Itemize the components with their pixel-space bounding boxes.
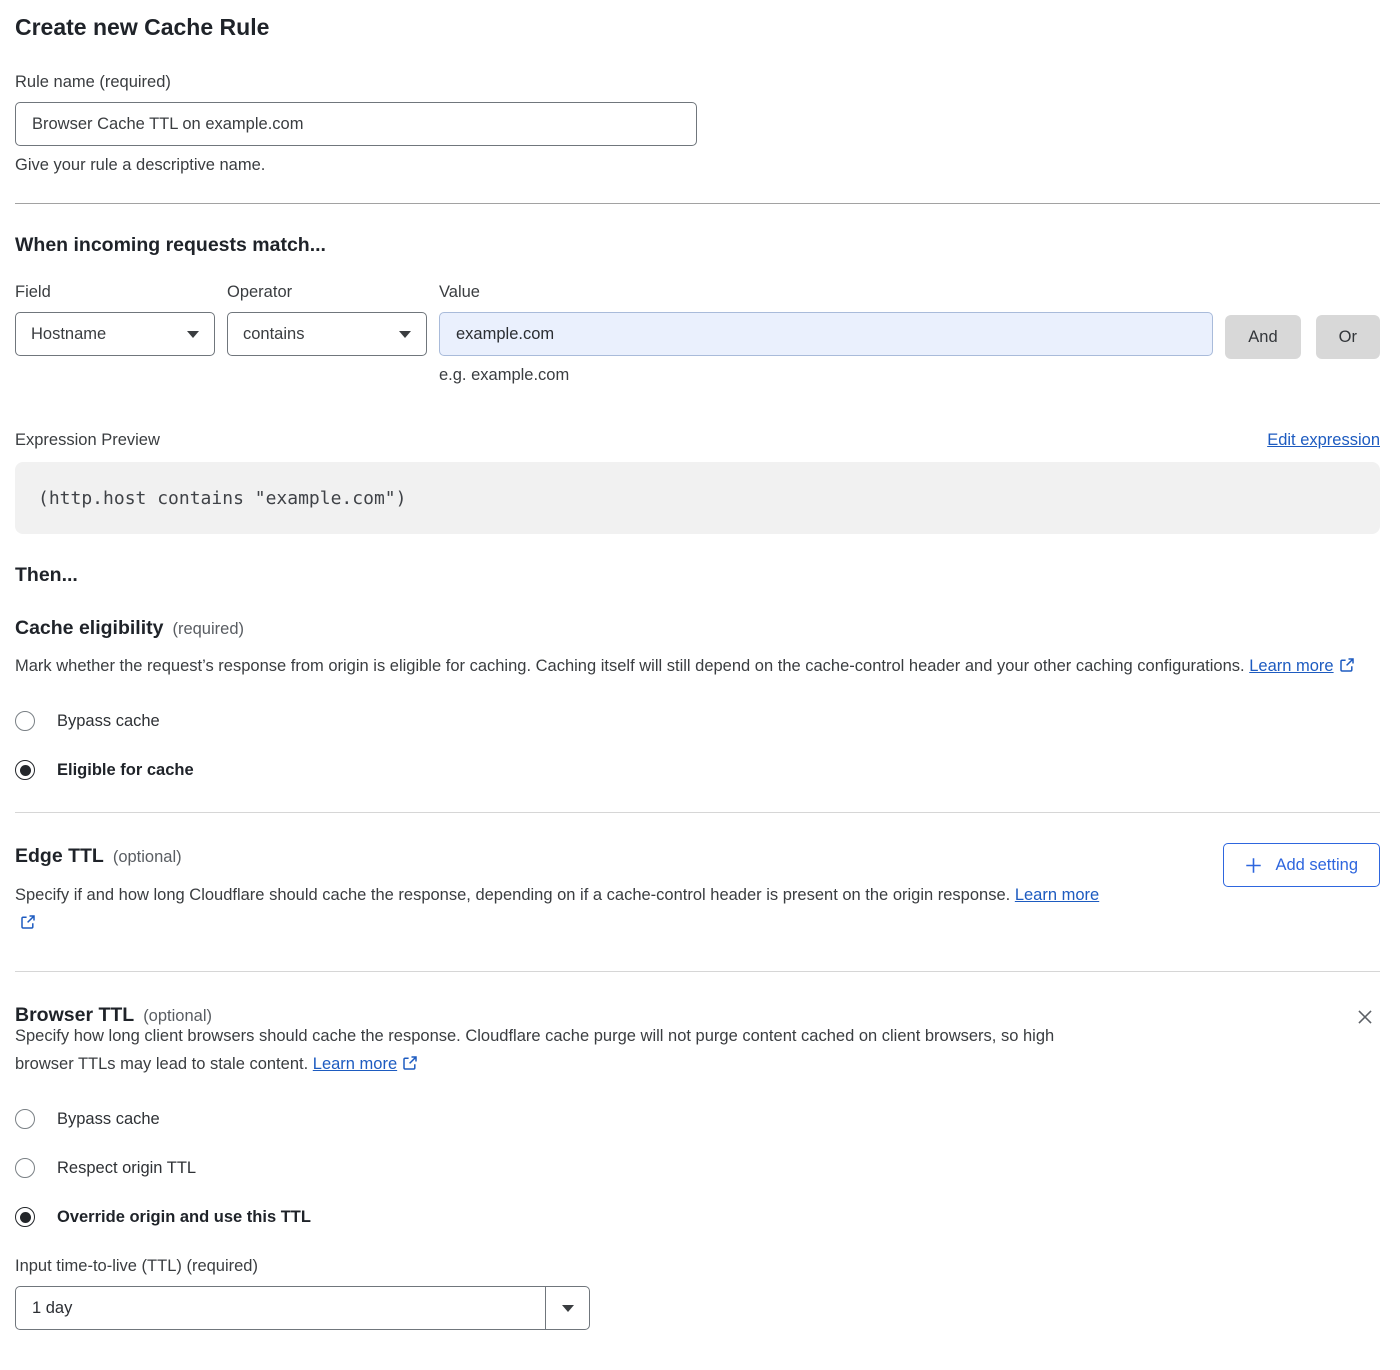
browser-ttl-learn-more-link[interactable]: Learn more — [313, 1055, 397, 1073]
field-select[interactable]: Hostname — [15, 312, 215, 356]
cache-eligibility-learn-more-link[interactable]: Learn more — [1249, 657, 1333, 675]
create-cache-rule-form: Create new Cache Rule Rule name (require… — [0, 0, 1400, 1370]
cache-eligibility-description-text: Mark whether the request’s response from… — [15, 657, 1245, 675]
ttl-select[interactable]: 1 day — [15, 1286, 590, 1330]
expression-preview-label: Expression Preview — [15, 431, 160, 450]
radio-eligible-for-cache[interactable]: Eligible for cache — [15, 760, 194, 780]
section-divider — [15, 203, 1380, 204]
or-button[interactable]: Or — [1316, 315, 1380, 359]
edge-ttl-description-text: Specify if and how long Cloudflare shoul… — [15, 886, 1010, 904]
radio-respect-origin-ttl[interactable]: Respect origin TTL — [15, 1158, 196, 1178]
edge-ttl-learn-more-link[interactable]: Learn more — [1015, 886, 1099, 904]
value-column: Value e.g. example.com — [439, 283, 1213, 385]
section-divider — [15, 812, 1380, 813]
edge-ttl-qualifier: (optional) — [113, 848, 182, 867]
expression-preview-row: Expression Preview Edit expression — [15, 431, 1380, 450]
value-label: Value — [439, 283, 1213, 302]
expression-code-block: (http.host contains "example.com") — [15, 462, 1380, 534]
value-input[interactable] — [439, 312, 1213, 356]
external-link-icon — [1339, 659, 1355, 677]
edge-ttl-description: Specify if and how long Cloudflare shoul… — [15, 881, 1120, 939]
section-divider — [15, 971, 1380, 972]
radio-label: Eligible for cache — [57, 761, 194, 780]
radio-icon — [15, 1109, 35, 1129]
radio-label: Bypass cache — [57, 1110, 160, 1129]
edge-ttl-title-group: Edge TTL (optional) — [15, 845, 182, 868]
add-setting-button[interactable]: Add setting — [1223, 843, 1380, 887]
external-link-icon — [402, 1057, 418, 1075]
operator-column: Operator contains — [227, 283, 427, 356]
ttl-select-value: 1 day — [16, 1287, 545, 1329]
radio-label: Bypass cache — [57, 712, 160, 731]
cache-eligibility-description: Mark whether the request’s response from… — [15, 652, 1380, 682]
radio-browser-bypass-cache[interactable]: Bypass cache — [15, 1109, 160, 1129]
edit-expression-link[interactable]: Edit expression — [1267, 431, 1380, 450]
radio-icon — [15, 1158, 35, 1178]
operator-label: Operator — [227, 283, 427, 302]
radio-selected-icon — [15, 1207, 35, 1227]
radio-label: Override origin and use this TTL — [57, 1208, 311, 1227]
cache-eligibility-title: Cache eligibility — [15, 617, 163, 640]
rule-name-input[interactable] — [15, 102, 697, 146]
close-icon — [1354, 1006, 1376, 1028]
match-condition-row: Field Hostname Operator contains Value e… — [15, 283, 1380, 385]
rule-name-helper: Give your rule a descriptive name. — [15, 156, 1380, 175]
and-button[interactable]: And — [1225, 315, 1300, 359]
chevron-down-icon — [562, 1305, 574, 1312]
chevron-down-icon — [187, 331, 199, 338]
value-helper: e.g. example.com — [439, 366, 1213, 385]
operator-select[interactable]: contains — [227, 312, 427, 356]
browser-ttl-description-text: Specify how long client browsers should … — [15, 1027, 1054, 1073]
cache-eligibility-header: Cache eligibility (required) — [15, 617, 1380, 640]
radio-bypass-cache[interactable]: Bypass cache — [15, 711, 160, 731]
field-select-value: Hostname — [31, 325, 106, 344]
page-title: Create new Cache Rule — [15, 14, 1380, 41]
condition-logic-buttons: And Or — [1225, 283, 1380, 359]
ttl-select-arrow-segment[interactable] — [545, 1287, 589, 1329]
browser-ttl-description: Specify how long client browsers should … — [15, 1022, 1105, 1080]
match-heading: When incoming requests match... — [15, 234, 1380, 257]
radio-override-origin-ttl[interactable]: Override origin and use this TTL — [15, 1207, 311, 1227]
radio-icon — [15, 711, 35, 731]
plus-icon — [1245, 857, 1262, 874]
ttl-input-label: Input time-to-live (TTL) (required) — [15, 1257, 1380, 1276]
add-setting-label: Add setting — [1275, 856, 1358, 875]
rule-name-label: Rule name (required) — [15, 73, 1380, 92]
radio-label: Respect origin TTL — [57, 1159, 196, 1178]
edge-ttl-title: Edge TTL — [15, 845, 104, 868]
external-link-icon — [20, 916, 36, 934]
radio-selected-icon — [15, 760, 35, 780]
then-heading: Then... — [15, 564, 1380, 587]
cache-eligibility-qualifier: (required) — [172, 620, 244, 639]
remove-browser-ttl-button[interactable] — [1350, 1002, 1380, 1032]
chevron-down-icon — [399, 331, 411, 338]
operator-select-value: contains — [243, 325, 304, 344]
field-label: Field — [15, 283, 215, 302]
field-column: Field Hostname — [15, 283, 215, 356]
expression-code: (http.host contains "example.com") — [38, 488, 406, 509]
